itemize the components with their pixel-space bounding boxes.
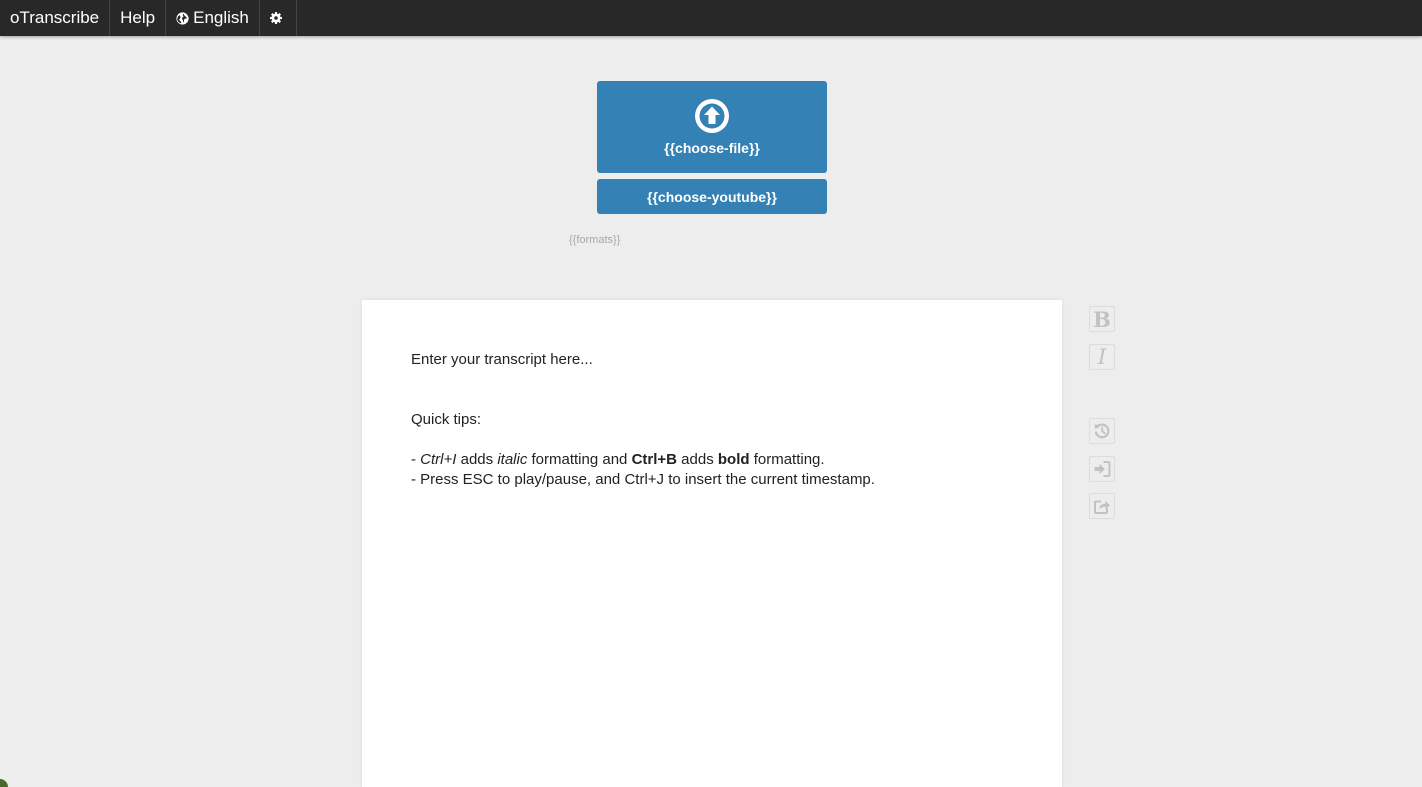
- italic-word: italic: [497, 451, 528, 468]
- upload-arrow-icon: [695, 99, 729, 133]
- ctrl-i-shortcut: Ctrl+I: [420, 451, 457, 468]
- choose-youtube-button[interactable]: {{choose-youtube}}: [597, 179, 827, 214]
- window-corner: [0, 779, 8, 787]
- bold-button[interactable]: B: [1089, 306, 1115, 332]
- file-chooser: {{choose-file}} {{choose-youtube}}: [597, 81, 827, 214]
- bold-icon: B: [1093, 306, 1111, 332]
- history-button[interactable]: [1089, 418, 1115, 444]
- choose-file-button[interactable]: {{choose-file}}: [597, 81, 827, 173]
- italic-button[interactable]: I: [1089, 344, 1115, 370]
- language-label: English: [193, 8, 249, 27]
- italic-icon: I: [1097, 345, 1107, 369]
- import-button[interactable]: [1089, 456, 1115, 482]
- export-icon: [1094, 500, 1110, 514]
- import-icon: [1094, 461, 1111, 477]
- globe-icon: [176, 11, 189, 25]
- choose-file-label: {{choose-file}}: [664, 140, 760, 156]
- help-link[interactable]: Help: [110, 0, 167, 36]
- ctrl-b-shortcut: Ctrl+B: [631, 451, 677, 468]
- editor-placeholder-line: Enter your transcript here...: [411, 351, 593, 368]
- transcript-editor[interactable]: Enter your transcript here... Quick tips…: [362, 300, 1062, 787]
- gear-icon: [269, 12, 282, 24]
- tips-heading: Quick tips:: [411, 411, 482, 428]
- top-nav-bar: oTranscribe Help English: [0, 0, 1422, 36]
- history-icon: [1094, 423, 1110, 439]
- formats-note: {{formats}}: [569, 234, 621, 246]
- export-button[interactable]: [1089, 493, 1115, 519]
- tip-playback: - Press ESC to play/pause, and Ctrl+J to…: [411, 471, 875, 488]
- bold-word: bold: [717, 451, 750, 468]
- language-selector[interactable]: English: [166, 0, 260, 36]
- tip-formatting: - Ctrl+I adds italic formatting and Ctrl…: [411, 451, 825, 468]
- brand-link[interactable]: oTranscribe: [0, 0, 111, 36]
- settings-button[interactable]: [260, 0, 297, 36]
